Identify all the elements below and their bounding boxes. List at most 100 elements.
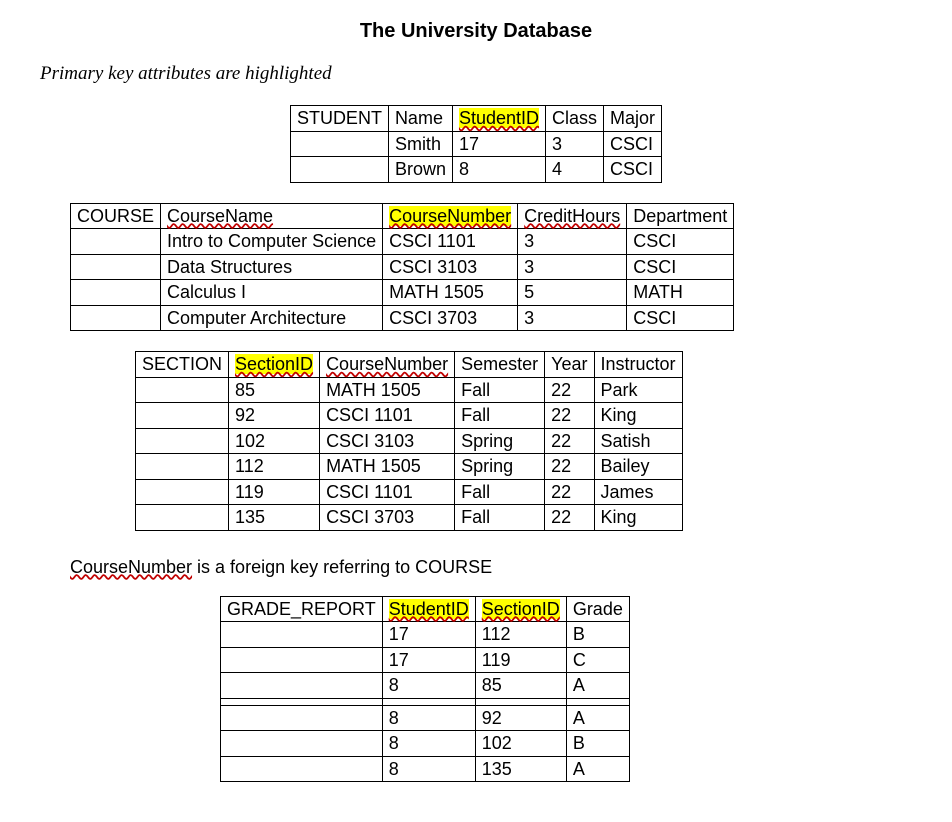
table-cell: A [566, 705, 629, 731]
table-cell: 85 [229, 377, 320, 403]
section-table: SECTIONSectionIDCourseNumberSemesterYear… [135, 351, 683, 531]
table-cell: Calculus I [161, 280, 383, 306]
table-name-blank [221, 705, 383, 731]
table-cell: MATH 1505 [320, 377, 455, 403]
table-cell: 3 [518, 254, 627, 280]
page-title: The University Database [40, 20, 912, 43]
column-header: Grade [566, 596, 629, 622]
table-cell: 17 [382, 647, 475, 673]
table-name-blank [71, 254, 161, 280]
table-cell: 102 [475, 731, 566, 757]
student-table: STUDENTNameStudentIDClassMajorSmith173CS… [290, 105, 662, 183]
table-cell: 17 [382, 622, 475, 648]
table-row: 102CSCI 3103Spring22Satish [136, 428, 683, 454]
table-row: 17112B [221, 622, 630, 648]
table-cell: 22 [545, 454, 594, 480]
table-cell: CSCI 3703 [383, 305, 518, 331]
table-cell: 119 [475, 647, 566, 673]
column-header: Major [604, 106, 662, 132]
table-cell: 22 [545, 479, 594, 505]
table-row: 8102B [221, 731, 630, 757]
table-cell: 8 [452, 157, 545, 183]
table-cell: CSCI [627, 305, 734, 331]
table-cell: Smith [388, 131, 452, 157]
table-cell: Intro to Computer Science [161, 229, 383, 255]
table-name-blank [136, 377, 229, 403]
table-cell: 119 [229, 479, 320, 505]
table-cell: James [594, 479, 682, 505]
table-cell: King [594, 403, 682, 429]
table-name-blank [136, 479, 229, 505]
course-table: COURSECourseNameCourseNumberCreditHoursD… [70, 203, 734, 332]
column-header: CourseNumber [320, 352, 455, 378]
table-cell: 22 [545, 377, 594, 403]
table-cell: 135 [229, 505, 320, 531]
table-cell: 22 [545, 428, 594, 454]
table-cell: Data Structures [161, 254, 383, 280]
table-name-blank [71, 305, 161, 331]
table-cell: Fall [455, 505, 545, 531]
table-cell: B [566, 622, 629, 648]
table-cell: A [566, 673, 629, 699]
table-cell: Bailey [594, 454, 682, 480]
table-cell: 3 [518, 305, 627, 331]
table-cell: 22 [545, 403, 594, 429]
fk-note-term: CourseNumber [70, 557, 192, 577]
table-cell: CSCI 1101 [320, 479, 455, 505]
table-cell: Brown [388, 157, 452, 183]
table-name-blank [221, 673, 383, 699]
column-header: CourseName [161, 203, 383, 229]
table-name-blank [71, 280, 161, 306]
table-cell: A [566, 756, 629, 782]
grade-report-table: GRADE_REPORTStudentIDSectionIDGrade17112… [220, 596, 630, 783]
table-cell: 3 [518, 229, 627, 255]
table-cell: 17 [452, 131, 545, 157]
table-row: 119CSCI 1101Fall22James [136, 479, 683, 505]
table-name-blank [221, 622, 383, 648]
table-cell: Fall [455, 403, 545, 429]
table-name-blank [221, 647, 383, 673]
table-cell: CSCI [604, 157, 662, 183]
table-cell: CSCI 3103 [383, 254, 518, 280]
table-row: 892A [221, 705, 630, 731]
table-cell: 112 [229, 454, 320, 480]
table-cell: CSCI [604, 131, 662, 157]
table-name-blank [136, 454, 229, 480]
table-cell: MATH 1505 [320, 454, 455, 480]
column-header: Year [545, 352, 594, 378]
table-name: GRADE_REPORT [221, 596, 383, 622]
table-cell: Fall [455, 377, 545, 403]
table-row: Intro to Computer ScienceCSCI 11013CSCI [71, 229, 734, 255]
table-name-blank [136, 403, 229, 429]
column-header: Instructor [594, 352, 682, 378]
table-row: Smith173CSCI [290, 131, 661, 157]
table-cell: Spring [455, 428, 545, 454]
table-row: 8135A [221, 756, 630, 782]
table-cell: 3 [546, 131, 604, 157]
table-cell: 102 [229, 428, 320, 454]
table-cell: 85 [475, 673, 566, 699]
table-cell: Fall [455, 479, 545, 505]
table-name-blank [136, 428, 229, 454]
table-cell: King [594, 505, 682, 531]
column-header: Department [627, 203, 734, 229]
table-name-blank [71, 229, 161, 255]
table-name-blank [290, 131, 388, 157]
table-cell: MATH 1505 [383, 280, 518, 306]
table-cell: 8 [382, 673, 475, 699]
table-cell: B [566, 731, 629, 757]
table-cell: C [566, 647, 629, 673]
table-name-blank [221, 731, 383, 757]
table-cell: 8 [382, 756, 475, 782]
table-row: Brown84CSCI [290, 157, 661, 183]
table-row: 135CSCI 3703Fall22King [136, 505, 683, 531]
table-cell: CSCI 3703 [320, 505, 455, 531]
column-header: Semester [455, 352, 545, 378]
column-header: Name [388, 106, 452, 132]
table-row: Calculus IMATH 15055MATH [71, 280, 734, 306]
table-cell: 5 [518, 280, 627, 306]
table-name-blank [136, 505, 229, 531]
table-cell: 135 [475, 756, 566, 782]
table-cell: 4 [546, 157, 604, 183]
subtitle: Primary key attributes are highlighted [40, 63, 912, 85]
